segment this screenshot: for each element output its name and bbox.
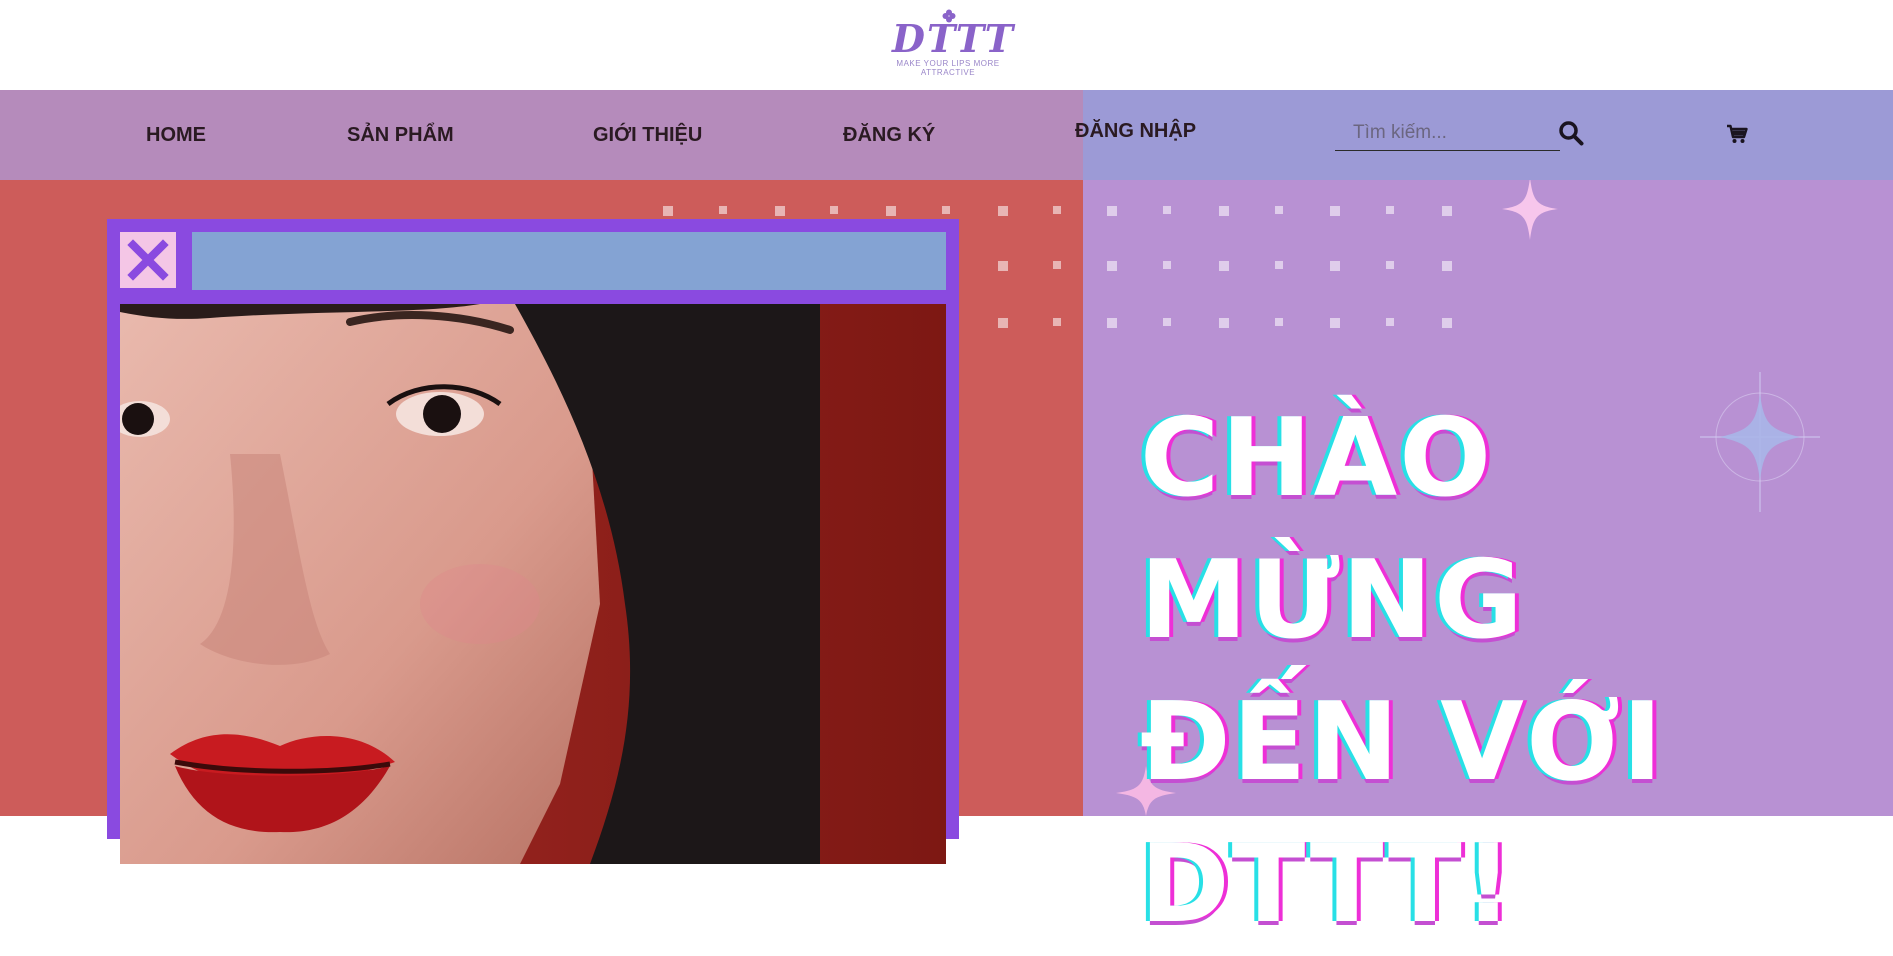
nav-item-products[interactable]: SẢN PHẨM bbox=[347, 124, 454, 147]
decor-dot bbox=[1163, 261, 1171, 269]
decor-dot bbox=[1275, 318, 1283, 326]
decor-dot bbox=[998, 318, 1008, 328]
decor-dot bbox=[998, 206, 1008, 216]
decor-dot bbox=[1107, 318, 1117, 328]
cart-icon[interactable] bbox=[1726, 123, 1748, 145]
decor-dot bbox=[1053, 261, 1061, 269]
decor-dot bbox=[775, 206, 785, 216]
model-portrait-illustration bbox=[120, 304, 946, 864]
decor-dot bbox=[1163, 318, 1171, 326]
search-bar bbox=[1335, 118, 1573, 151]
decor-dot bbox=[1330, 261, 1340, 271]
window-title-bar bbox=[192, 232, 946, 290]
headline-line-3: DTTT! bbox=[1140, 822, 1515, 947]
headline-line-1: CHÀO MỪNG bbox=[1140, 396, 1525, 663]
decor-dot bbox=[1053, 318, 1061, 326]
nav-item-home[interactable]: HOME bbox=[146, 124, 206, 147]
hero-image-window bbox=[107, 219, 959, 864]
close-icon bbox=[127, 239, 169, 281]
main-navigation: HOME SẢN PHẨM GIỚI THIỆU ĐĂNG KÝ ĐĂNG NH… bbox=[0, 90, 1893, 180]
top-header: DTTT MAKE YOUR LIPS MORE ATTRACTIVE bbox=[0, 0, 1893, 90]
decor-dot bbox=[998, 261, 1008, 271]
decor-dot bbox=[719, 206, 727, 214]
decor-dot bbox=[1107, 206, 1117, 216]
logo-text: DTTT bbox=[892, 16, 1016, 61]
decor-dot bbox=[942, 206, 950, 214]
decor-dot bbox=[1386, 318, 1394, 326]
decor-dot bbox=[886, 206, 896, 216]
decor-dot bbox=[1330, 206, 1340, 216]
decor-dot bbox=[1275, 261, 1283, 269]
search-icon[interactable] bbox=[1558, 120, 1584, 146]
decor-dot bbox=[1442, 206, 1452, 216]
decor-dot bbox=[1442, 318, 1452, 328]
decor-dot bbox=[1442, 261, 1452, 271]
decor-dot bbox=[663, 206, 673, 216]
sparkle-icon bbox=[1502, 178, 1558, 240]
decor-dot bbox=[830, 206, 838, 214]
decor-dot bbox=[1107, 261, 1117, 271]
decor-dot bbox=[1163, 206, 1171, 214]
decor-dot bbox=[1330, 318, 1340, 328]
headline-line-2: ĐẾN VỚI bbox=[1140, 680, 1665, 805]
decor-dot bbox=[1219, 206, 1229, 216]
nav-item-register[interactable]: ĐĂNG KÝ bbox=[843, 124, 935, 147]
brand-logo[interactable]: DTTT MAKE YOUR LIPS MORE ATTRACTIVE bbox=[892, 9, 1016, 77]
search-input[interactable] bbox=[1335, 118, 1573, 148]
nav-item-login[interactable]: ĐĂNG NHẬP bbox=[1075, 120, 1196, 143]
decor-dot bbox=[1219, 318, 1229, 328]
hero-model-photo bbox=[120, 304, 946, 864]
decor-dot bbox=[1275, 206, 1283, 214]
logo-tagline: MAKE YOUR LIPS MORE ATTRACTIVE bbox=[896, 59, 1000, 77]
window-close-button[interactable] bbox=[120, 232, 176, 288]
decor-dot bbox=[1386, 261, 1394, 269]
nav-item-about[interactable]: GIỚI THIỆU bbox=[593, 124, 702, 147]
decor-dot bbox=[1219, 261, 1229, 271]
decor-dot bbox=[1386, 206, 1394, 214]
decor-dot bbox=[1053, 206, 1061, 214]
hero-headline: CHÀO MỪNG ĐẾN VỚI DTTT! bbox=[1140, 388, 1880, 956]
